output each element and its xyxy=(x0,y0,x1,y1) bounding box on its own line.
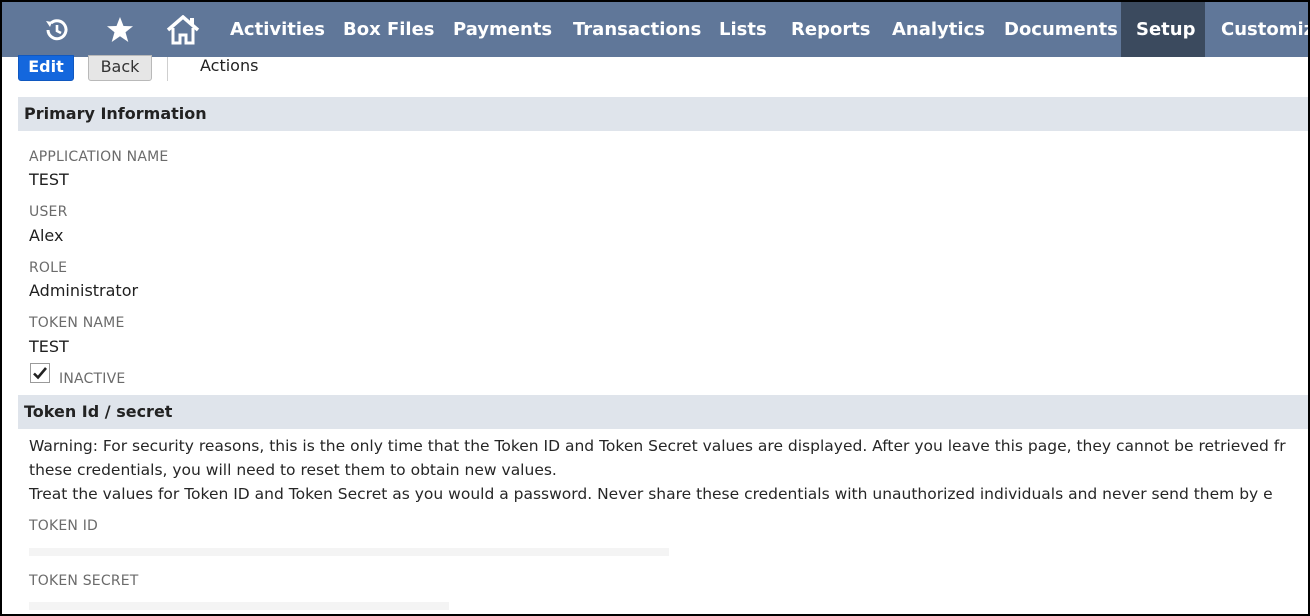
nav-transactions[interactable]: Transactions xyxy=(558,2,716,57)
nav-setup[interactable]: Setup xyxy=(1121,2,1205,57)
back-button[interactable]: Back xyxy=(88,55,152,81)
nav-activities[interactable]: Activities xyxy=(215,2,340,57)
application-name-label: APPLICATION NAME xyxy=(29,149,169,165)
top-nav: Activities Box Files Payments Transactio… xyxy=(2,2,1308,57)
token-secret-label: TOKEN SECRET xyxy=(29,573,139,589)
nav-reports[interactable]: Reports xyxy=(776,2,886,57)
nav-customization[interactable]: Customiza xyxy=(1206,2,1308,57)
nav-box-files[interactable]: Box Files xyxy=(328,2,450,57)
role-value: Administrator xyxy=(29,281,139,300)
warning-line-1: Warning: For security reasons, this is t… xyxy=(29,437,1286,455)
inactive-checkbox[interactable] xyxy=(30,363,50,383)
edit-button[interactable]: Edit xyxy=(18,55,74,81)
token-id-label: TOKEN ID xyxy=(29,518,99,534)
user-value: Alex xyxy=(29,226,64,245)
token-id-secret-header[interactable]: Token Id / secret xyxy=(18,395,1308,429)
app-frame: Activities Box Files Payments Transactio… xyxy=(0,0,1310,616)
application-name-value: TEST xyxy=(29,170,69,189)
inactive-label: INACTIVE xyxy=(59,371,126,387)
nav-payments[interactable]: Payments xyxy=(438,2,567,57)
role-label: ROLE xyxy=(29,260,68,276)
nav-documents[interactable]: Documents xyxy=(989,2,1133,57)
token-warning: Warning: For security reasons, this is t… xyxy=(29,434,1308,506)
token-secret-redacted xyxy=(29,602,449,610)
warning-line-2: these credentials, you will need to rese… xyxy=(29,461,557,479)
recent-icon[interactable] xyxy=(38,2,76,57)
token-id-redacted xyxy=(29,548,669,556)
star-icon[interactable] xyxy=(101,2,139,57)
home-icon[interactable] xyxy=(163,2,203,57)
actions-menu[interactable]: Actions xyxy=(200,55,258,77)
token-name-value: TEST xyxy=(29,337,69,356)
toolbar-divider xyxy=(167,57,168,81)
checkmark-icon xyxy=(33,367,47,380)
nav-lists[interactable]: Lists xyxy=(704,2,782,57)
nav-analytics[interactable]: Analytics xyxy=(877,2,1000,57)
primary-information-header[interactable]: Primary Information xyxy=(18,97,1308,131)
user-label: USER xyxy=(29,204,68,220)
token-name-label: TOKEN NAME xyxy=(29,315,125,331)
warning-line-3: Treat the values for Token ID and Token … xyxy=(29,485,1273,503)
